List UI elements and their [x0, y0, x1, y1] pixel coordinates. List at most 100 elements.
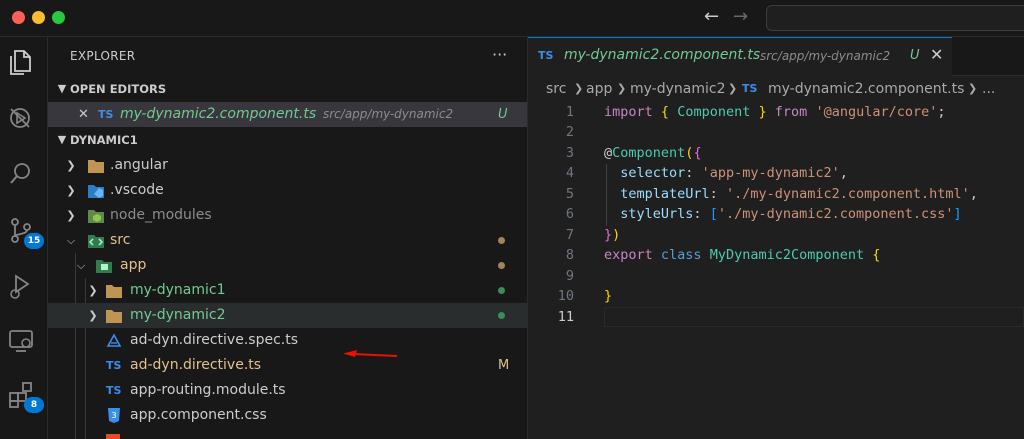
tree-item-label: .angular — [110, 157, 168, 173]
chevron-right-icon: ❯ — [66, 209, 76, 222]
untracked-dot — [498, 312, 505, 319]
line-number: 10 — [557, 288, 574, 304]
open-editor-name: my-dynamic2.component.ts — [120, 106, 317, 122]
minimize-window-button[interactable] — [32, 11, 45, 24]
tree-item-my-dynamic1[interactable]: ❯ my-dynamic1 — [48, 278, 527, 303]
chevron-down-icon: ▼ — [57, 133, 67, 146]
explorer-icon[interactable] — [6, 47, 40, 81]
typescript-icon: TS — [538, 49, 554, 62]
src-folder-icon — [88, 235, 104, 248]
breadcrumb-item[interactable]: ... — [982, 76, 995, 102]
tree-item-node-modules[interactable]: ❯ node_modules — [48, 203, 527, 228]
activity-bar: 15 8 — [0, 37, 48, 439]
modified-dot — [498, 237, 505, 244]
workspace-header[interactable]: ▼ DYNAMIC1 — [48, 128, 527, 152]
explorer-sidebar: EXPLORER ··· ▼ OPEN EDITORS ✕ TS my-dyna… — [48, 37, 528, 439]
line-number: 7 — [565, 227, 574, 243]
tree-item-label: app — [120, 257, 147, 273]
chevron-right-icon: ❯ — [88, 284, 98, 297]
svg-text:3: 3 — [111, 411, 116, 420]
chevron-right-icon: ❯ — [574, 82, 584, 95]
app-folder-icon — [96, 260, 112, 273]
run-and-debug-icon[interactable] — [6, 271, 40, 305]
open-editors-header[interactable]: ▼ OPEN EDITORS — [48, 77, 527, 101]
tree-item-css-file[interactable]: 3 app.component.css — [48, 403, 527, 428]
folder-icon — [88, 160, 104, 173]
line-number: 3 — [565, 145, 574, 161]
tree-item-label: app-routing.module.ts — [130, 382, 286, 398]
tree-item-spec-file[interactable]: ad-dyn.directive.spec.ts — [48, 328, 527, 353]
chevron-right-icon: ❯ — [66, 159, 76, 172]
tab-my-dynamic2-component[interactable]: TS my-dynamic2.component.ts src/app/my-d… — [528, 37, 952, 76]
workspace-label: DYNAMIC1 — [70, 133, 138, 147]
typescript-icon: TS — [742, 82, 758, 95]
close-window-button[interactable] — [12, 11, 25, 24]
code-line-7: }) — [604, 227, 621, 243]
code-line-4: selector: 'app-my-dynamic2', — [620, 165, 848, 181]
remote-explorer-icon[interactable] — [6, 325, 40, 359]
tree-item-app[interactable]: ⌵ app — [48, 253, 527, 278]
untracked-dot — [498, 287, 505, 294]
test-file-icon — [106, 333, 122, 347]
tree-item-routing-file[interactable]: TS app-routing.module.ts — [48, 378, 527, 403]
extensions-icon[interactable]: 8 — [6, 379, 44, 413]
tree-item-my-dynamic2[interactable]: ❯ my-dynamic2 — [48, 303, 527, 328]
breadcrumb-item[interactable]: app — [586, 76, 612, 102]
modified-status: M — [498, 358, 510, 373]
chevron-right-icon: ❯ — [66, 184, 76, 197]
chevron-right-icon: ❯ — [88, 309, 98, 322]
tree-item-src[interactable]: ⌵ src — [48, 228, 527, 253]
breadcrumb-item[interactable]: my-dynamic2.component.ts — [768, 76, 964, 102]
tree-item-label: ad-dyn.directive.ts — [130, 357, 262, 373]
code-line-3: @Component({ — [604, 145, 702, 161]
annotation-arrow-icon — [343, 350, 398, 357]
node-folder-icon — [88, 210, 104, 223]
chevron-down-icon: ▼ — [57, 82, 67, 95]
back-arrow-icon[interactable]: ← — [704, 6, 719, 27]
tree-item-label: node_modules — [110, 207, 212, 223]
folder-icon — [106, 310, 122, 323]
typescript-icon: TS — [106, 384, 122, 397]
breadcrumb-item[interactable]: my-dynamic2 — [630, 76, 725, 102]
open-editor-item[interactable]: ✕ TS my-dynamic2.component.ts src/app/my… — [48, 102, 527, 127]
chevron-right-icon: ❯ — [728, 82, 738, 95]
command-center-search[interactable] — [766, 5, 1024, 31]
title-bar: ← → — [0, 0, 1024, 37]
maximize-window-button[interactable] — [52, 11, 65, 24]
close-icon[interactable]: ✕ — [78, 102, 89, 127]
forward-arrow-icon[interactable]: → — [733, 6, 748, 27]
run-debug-icon[interactable] — [6, 103, 40, 137]
tab-label: my-dynamic2.component.ts — [564, 47, 761, 63]
untracked-status: U — [498, 107, 508, 122]
tree-item-label: .vscode — [110, 182, 164, 198]
tab-path: src/app/my-dynamic2 — [760, 49, 891, 63]
tab-status: U — [910, 48, 920, 63]
vscode-folder-icon — [88, 185, 104, 198]
line-number: 2 — [565, 124, 574, 140]
line-number: 11 — [557, 309, 574, 325]
source-control-icon[interactable]: 15 — [6, 215, 44, 249]
folder-icon — [106, 285, 122, 298]
code-line-1: import { Component } from '@angular/core… — [604, 104, 946, 120]
html-file-icon — [106, 434, 120, 439]
sidebar-title: EXPLORER — [70, 49, 136, 63]
open-editors-label: OPEN EDITORS — [70, 82, 167, 96]
line-number: 1 — [565, 104, 574, 120]
code-line-8: export class MyDynamic2Component { — [604, 247, 881, 263]
tree-item-directive-file[interactable]: TS ad-dyn.directive.ts M — [48, 353, 527, 378]
line-number: 8 — [565, 247, 574, 263]
search-icon[interactable] — [6, 159, 40, 193]
code-line-5: templateUrl: './my-dynamic2.component.ht… — [620, 186, 978, 202]
chevron-down-icon: ⌵ — [76, 259, 86, 272]
more-actions-icon[interactable]: ··· — [492, 45, 507, 64]
breadcrumb-item[interactable]: src — [546, 76, 566, 102]
close-tab-icon[interactable]: ✕ — [930, 45, 943, 64]
line-number: 9 — [565, 268, 574, 284]
tree-item-vscode[interactable]: ❯ .vscode — [48, 178, 527, 203]
open-editor-path: src/app/my-dynamic2 — [323, 107, 454, 121]
tree-item-label: ad-dyn.directive.spec.ts — [130, 332, 298, 348]
code-editor[interactable]: 1 2 3 4 5 6 7 8 9 10 11 import { Compone… — [528, 102, 1024, 439]
tree-item-label: src — [110, 232, 131, 248]
tree-item-angular[interactable]: ❯ .angular — [48, 153, 527, 178]
line-number: 5 — [565, 186, 574, 202]
